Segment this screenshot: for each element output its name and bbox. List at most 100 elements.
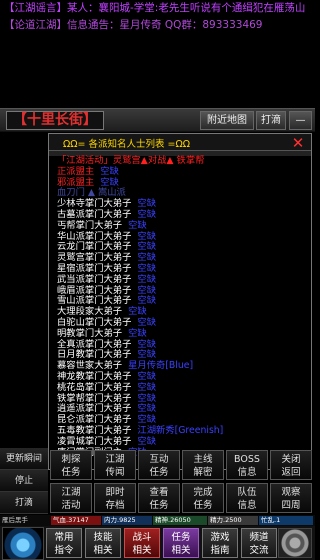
- fight-button[interactable]: 打滴: [256, 111, 286, 130]
- command-button[interactable]: 完成 任务: [182, 483, 224, 513]
- command-button[interactable]: 江湖 传闻: [94, 450, 136, 480]
- faction-row-name: 明教掌门大弟子: [57, 327, 123, 339]
- faction-row-value: 空缺: [137, 273, 156, 285]
- faction-row-name: 武当派掌门大弟子: [57, 273, 132, 285]
- faction-rows: 「江湖活动」灵鹫宫▲对战▲ 铁掌帮 正派盟主 空缺 邪派盟主 空缺 血刀门 ▲ 嵩山派 少林…: [57, 155, 307, 458]
- command-button[interactable]: 互动 任务: [138, 450, 180, 480]
- nav-button[interactable]: 常用 指令: [46, 528, 82, 558]
- command-button[interactable]: BOSS 信息: [226, 450, 268, 480]
- faction-row-value: 空缺: [137, 381, 156, 393]
- hp-bar: 气血.37147: [51, 516, 101, 525]
- faction-row-name: 日月教掌门大弟子: [57, 349, 132, 361]
- location-title: 【十里长街】: [6, 111, 104, 130]
- faction-row-name: 古墓派掌门大弟子: [57, 208, 132, 220]
- nav-button[interactable]: 任务 相关: [163, 528, 199, 558]
- faction-row-name: 逍遥派掌门大弟子: [57, 403, 132, 415]
- close-icon[interactable]: ✕: [289, 136, 307, 152]
- command-button[interactable]: 江湖 活动: [50, 483, 92, 513]
- mp-bar: 内力.9825: [102, 516, 152, 525]
- collapse-button[interactable]: —: [289, 111, 312, 130]
- faction-row-name: 峨眉派掌门大弟子: [57, 284, 132, 296]
- news-ticker: 【江湖谣言】某人：襄阳城-学堂:老先生听说有个通缉犯在雁荡山 【论道江湖】信息通…: [0, 0, 315, 34]
- faction-row-value: 空缺: [128, 327, 147, 339]
- faction-row-name: 血刀门 ▲ 嵩山派: [57, 187, 126, 199]
- faction-row-value: 空缺: [137, 392, 156, 404]
- settings-gear-icon[interactable]: [278, 528, 312, 558]
- game-screen: { "ticker": { "line1": "【江湖谣言】某人：襄阳城-学堂:…: [0, 0, 315, 560]
- faction-row-name: 神龙教掌门大弟子: [57, 370, 132, 382]
- refresh-button[interactable]: 更新瞬间: [0, 448, 48, 470]
- faction-row-name: 铁掌帮掌门大弟子: [57, 392, 132, 404]
- faction-row[interactable]: 正派盟主 空缺: [57, 165, 307, 178]
- faction-row-name: 云龙门掌门大弟子: [57, 241, 132, 253]
- stop-button[interactable]: 停止: [0, 470, 48, 492]
- faction-row-name: 正派盟主: [57, 165, 95, 177]
- faction-row-name: 大理段家大弟子: [57, 306, 123, 318]
- faction-row-value: 空缺: [137, 262, 156, 274]
- command-button[interactable]: 关闭 返回: [270, 450, 312, 480]
- faction-row-value: 空缺: [137, 241, 156, 253]
- faction-row-value: 江湖新秀[Greenish]: [137, 424, 224, 436]
- faction-row-name: 邪派盟主: [57, 176, 95, 188]
- faction-row-value: 空缺: [100, 165, 119, 177]
- faction-row-value: 空缺: [137, 349, 156, 361]
- faction-row-value: 空缺: [137, 338, 156, 350]
- faction-row-name: 慕容世家大弟子: [57, 360, 123, 372]
- faction-row-value: 空缺: [137, 230, 156, 242]
- attack-button[interactable]: 打滴: [0, 492, 48, 514]
- command-button[interactable]: 观察 四周: [270, 483, 312, 513]
- faction-row-value: 空缺: [137, 435, 156, 447]
- faction-row[interactable]: 「江湖活动」灵鹫宫▲对战▲ 铁掌帮: [57, 155, 307, 167]
- faction-row-value: 空缺: [137, 295, 156, 307]
- faction-row-name: 五毒教掌门大弟子: [57, 424, 132, 436]
- faction-row-name: 雪山派掌门大弟子: [57, 295, 132, 307]
- faction-row-name: 灵鹫宫掌门大弟子: [57, 252, 132, 264]
- status-label: 雁后黑手: [2, 516, 28, 524]
- panel-title: ΩΩ= 各派知名人士列表 =ΩΩ: [63, 139, 190, 150]
- faction-row-value: 空缺: [128, 306, 147, 318]
- command-button[interactable]: 即时 存档: [94, 483, 136, 513]
- faction-row-name: 少林寺掌门大弟子: [57, 198, 132, 210]
- command-button[interactable]: 刺探 任务: [50, 450, 92, 480]
- command-button[interactable]: 查看 任务: [138, 483, 180, 513]
- faction-row-name: 华山派掌门大弟子: [57, 230, 132, 242]
- location-bar: 【十里长街】 附近地图 打滴 —: [0, 108, 315, 132]
- panel-header: ΩΩ= 各派知名人士列表 =ΩΩ ✕: [49, 134, 311, 151]
- faction-row-value: 空缺: [137, 316, 156, 328]
- faction-row-name: 星宿派掌门大弟子: [57, 262, 132, 274]
- nav-button[interactable]: 技能 相关: [85, 528, 121, 558]
- faction-row-name: 丐帮掌门大弟子: [57, 219, 123, 231]
- portal-icon[interactable]: [2, 527, 44, 560]
- faction-row-name: 「江湖活动」灵鹫宫▲对战▲ 铁掌帮: [57, 155, 205, 166]
- faction-row-name: 全真派掌门大弟子: [57, 338, 132, 350]
- faction-row-value: 空缺: [137, 252, 156, 264]
- faction-row-value: 空缺: [137, 414, 156, 426]
- faction-row-value: 空缺: [137, 403, 156, 415]
- faction-row-name: 桃花岛掌门大弟子: [57, 381, 132, 393]
- status-bar: 雁后黑手 气血.37147 内力.9825 精神.26050 精力.2500 忙…: [0, 515, 315, 526]
- command-grid: 刺探 任务 江湖 传闻 互动 任务 主线 解密 BOSS 信息 关闭 返回江湖 活动 即时 …: [48, 448, 315, 514]
- spirit-bar: 精神.26050: [153, 516, 207, 525]
- busy-bar: 忙乱.1: [259, 516, 313, 525]
- command-button[interactable]: 队伍 信息: [226, 483, 268, 513]
- faction-row-value: 空缺: [137, 208, 156, 220]
- faction-row-name: 昆仑派掌门大弟子: [57, 414, 132, 426]
- faction-row-value: 空缺: [137, 284, 156, 296]
- faction-row-value: 空缺: [137, 198, 156, 210]
- nav-button[interactable]: 游戏 指南: [202, 528, 238, 558]
- faction-row-name: 凌霄城掌门大弟子: [57, 435, 132, 447]
- nearby-map-button[interactable]: 附近地图: [200, 111, 254, 130]
- ticker-line-notice: 【论道江湖】信息通告：星月传奇 QQ群：893333469: [4, 19, 263, 31]
- nav-button[interactable]: 频道 交流: [241, 528, 277, 558]
- faction-list-panel: ΩΩ= 各派知名人士列表 =ΩΩ ✕ 「江湖活动」灵鹫宫▲对战▲ 铁掌帮 正派盟主…: [48, 133, 312, 470]
- faction-row-value: 星月传奇[Blue]: [128, 360, 194, 372]
- left-command-column: 更新瞬间 停止 打滴: [0, 448, 48, 514]
- faction-row-value: 空缺: [137, 370, 156, 382]
- faction-row-value: 空缺: [128, 219, 147, 231]
- faction-row-name: 白驼山掌门大弟子: [57, 316, 132, 328]
- nav-button[interactable]: 战斗 相关: [124, 528, 160, 558]
- ticker-line-rumor: 【江湖谣言】某人：襄阳城-学堂:老先生听说有个通缉犯在雁荡山: [4, 2, 306, 14]
- command-button[interactable]: 主线 解密: [182, 450, 224, 480]
- faction-row-value: 空缺: [100, 176, 119, 188]
- energy-bar: 精力.2500: [208, 516, 258, 525]
